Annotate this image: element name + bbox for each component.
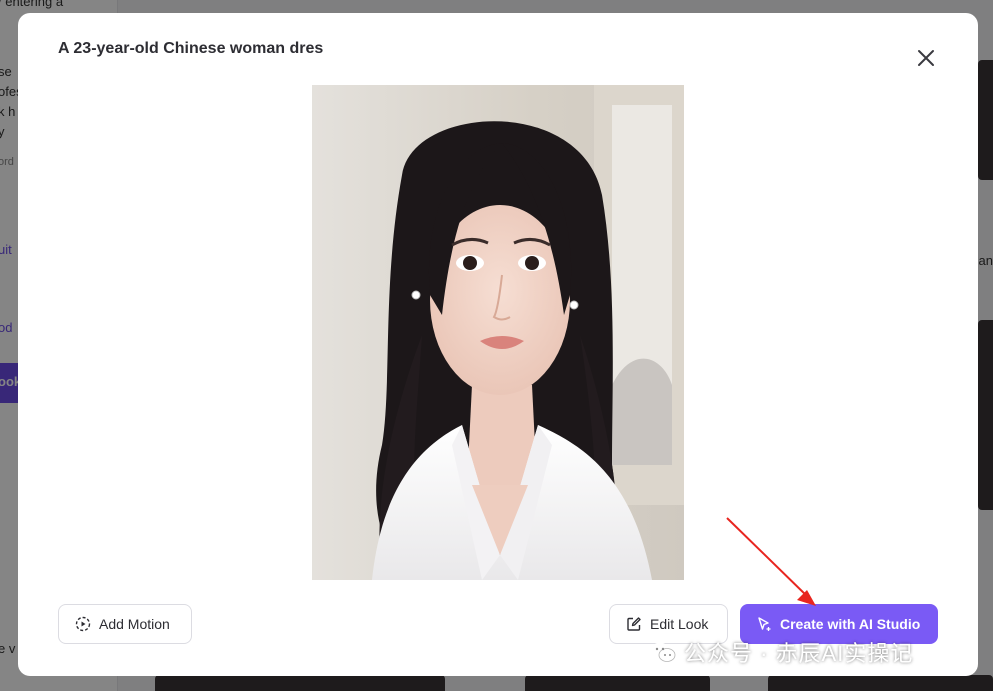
generated-portrait-image	[312, 85, 684, 580]
create-with-ai-studio-label: Create with AI Studio	[780, 616, 921, 632]
edit-icon	[627, 617, 641, 631]
edit-look-label: Edit Look	[650, 616, 709, 632]
modal-title: A 23-year-old Chinese woman dres	[58, 40, 324, 57]
wechat-icon	[651, 642, 676, 662]
watermark: 公众号 · 赤辰AI实操记	[650, 636, 913, 668]
close-icon	[918, 50, 934, 66]
add-motion-button[interactable]: Add Motion	[58, 604, 192, 644]
ai-studio-cursor-icon	[758, 617, 771, 631]
image-preview-modal: A 23-year-old Chinese woman dres Add Mot…	[18, 13, 978, 676]
add-motion-label: Add Motion	[99, 616, 170, 632]
close-button[interactable]	[911, 43, 941, 73]
motion-icon	[75, 616, 91, 632]
watermark-text: 公众号 · 赤辰AI实操记	[684, 641, 914, 666]
